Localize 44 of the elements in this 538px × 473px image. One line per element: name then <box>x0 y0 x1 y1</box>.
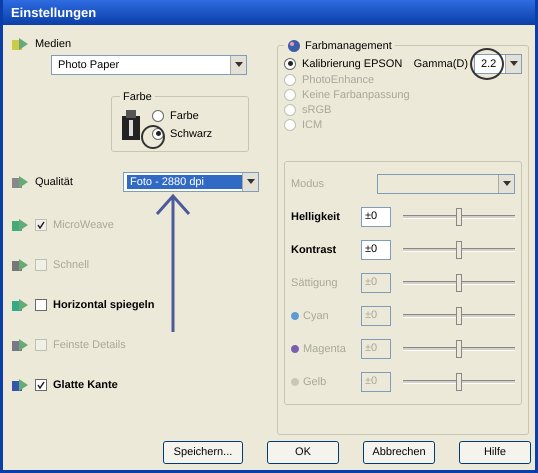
slider-thumb[interactable] <box>456 208 462 226</box>
annotation-circle <box>470 48 504 80</box>
gamma-dropdown[interactable]: 2.2 <box>474 54 522 74</box>
adjustment-label: Sättigung <box>291 276 338 289</box>
media-dropdown[interactable]: Photo Paper <box>51 54 247 75</box>
window-title: Einstellungen <box>3 0 535 25</box>
group-title: Farbmanagement <box>305 40 392 52</box>
dialog-button[interactable]: Abbrechen <box>363 440 435 464</box>
quality-dropdown[interactable]: Foto - 2880 dpi <box>123 172 259 192</box>
radio-option[interactable]: Farbe <box>152 106 212 125</box>
slider-thumb[interactable] <box>456 240 462 259</box>
adjustment-label: Cyan <box>303 310 329 322</box>
adjustment-label: Gelb <box>303 376 326 388</box>
option-label: Schnell <box>53 258 90 271</box>
media-label: Medien <box>35 38 72 50</box>
color-wheel-icon <box>287 38 301 53</box>
dialog-button[interactable]: Speichern... <box>163 440 243 464</box>
option-label: Glatte Kante <box>53 378 118 391</box>
radio-option[interactable]: Schwarz <box>152 124 212 143</box>
value-field[interactable]: ±0 <box>361 206 391 227</box>
option-label: Feinste Details <box>53 338 126 351</box>
gamma-label: Gamma(D) <box>414 58 468 70</box>
radio-option[interactable]: Kalibrierung EPSON <box>284 54 402 73</box>
adjustment-label: Helligkeit <box>291 210 340 223</box>
ink-cartridge-icon <box>120 110 142 140</box>
option-label: MicroWeave <box>53 218 114 231</box>
caret-icon <box>234 62 242 68</box>
checkbox[interactable] <box>35 378 47 391</box>
mode-label: Modus <box>291 178 326 190</box>
quality-label: Qualität <box>35 176 74 188</box>
checkbox[interactable] <box>35 298 47 311</box>
annotation-circle <box>141 125 165 149</box>
caret-icon <box>502 181 510 186</box>
dialog-button[interactable]: OK <box>267 440 339 464</box>
check-icon <box>37 380 45 389</box>
value-field[interactable]: ±0 <box>361 240 391 260</box>
adjustment-label: Kontrast <box>291 244 336 256</box>
adjustment-label: Magenta <box>303 342 346 355</box>
dialog-button[interactable]: Hilfe <box>459 440 531 464</box>
caret-icon <box>246 179 254 184</box>
check-icon <box>37 220 45 229</box>
group-title: Farbe <box>123 90 152 103</box>
caret-icon <box>510 61 518 66</box>
option-label: Horizontal spiegeln <box>53 298 154 311</box>
